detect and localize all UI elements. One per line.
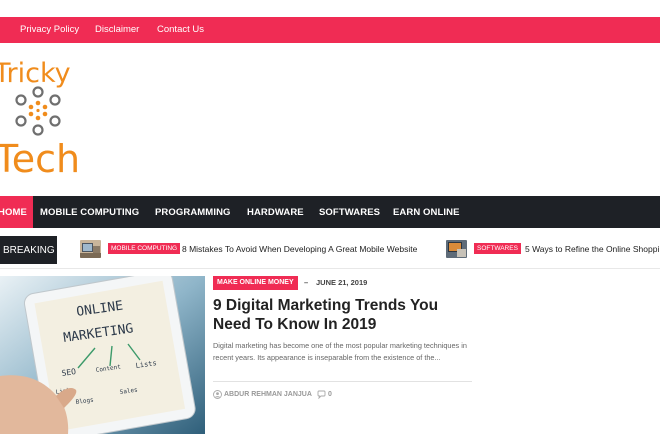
- nav-mobile-computing[interactable]: MOBILE COMPUTING: [40, 207, 139, 218]
- comment-icon: [317, 390, 326, 399]
- breaking-thumb-1[interactable]: [80, 240, 101, 258]
- main-nav: HOME MOBILE COMPUTING PROGRAMMING HARDWA…: [0, 196, 660, 228]
- logo-dots-icon: [15, 86, 61, 136]
- breaking-label: BREAKING: [0, 236, 57, 264]
- category-badge[interactable]: MAKE ONLINE MONEY: [213, 276, 298, 290]
- nav-privacy-policy[interactable]: Privacy Policy: [20, 24, 79, 35]
- online-marketing-illustration: ONLINE MARKETING SEO Content Lists Links…: [0, 276, 205, 434]
- article-date: JUNE 21, 2019: [316, 278, 368, 287]
- date-separator: –: [304, 278, 309, 287]
- breaking-category-1[interactable]: MOBILE COMPUTING: [108, 243, 181, 254]
- top-bar: Privacy Policy Disclaimer Contact Us: [0, 17, 660, 43]
- nav-softwares[interactable]: SOFTWARES: [319, 207, 380, 218]
- breaking-category-2[interactable]: SOFTWARES: [474, 243, 521, 254]
- nav-disclaimer[interactable]: Disclaimer: [95, 24, 139, 35]
- user-icon: [213, 390, 222, 399]
- meta-divider: [213, 381, 472, 382]
- featured-image[interactable]: ONLINE MARKETING SEO Content Lists Links…: [0, 276, 205, 434]
- breaking-headline-1[interactable]: 8 Mistakes To Avoid When Developing A Gr…: [182, 244, 417, 254]
- nav-hardware[interactable]: HARDWARE: [247, 207, 304, 218]
- article-title[interactable]: 9 Digital Marketing Trends You Need To K…: [213, 296, 473, 334]
- nav-programming[interactable]: PROGRAMMING: [155, 207, 231, 218]
- logo-text-tech: Tech: [0, 137, 81, 181]
- divider: [0, 268, 660, 269]
- nav-earn-online[interactable]: EARN ONLINE: [393, 207, 460, 218]
- article-excerpt: Digital marketing has become one of the …: [213, 341, 467, 362]
- breaking-thumb-2-image: [446, 240, 467, 258]
- article-author[interactable]: ABDUR REHMAN JANJUA: [224, 391, 312, 398]
- breaking-thumb-1-image: [80, 240, 101, 258]
- nav-home[interactable]: HOME: [0, 207, 27, 218]
- logo-text-tricky: Tricky: [0, 58, 71, 89]
- nav-contact-us[interactable]: Contact Us: [157, 24, 204, 35]
- comment-count[interactable]: 0: [328, 391, 332, 398]
- breaking-headline-2[interactable]: 5 Ways to Refine the Online Shoppi: [525, 244, 659, 254]
- breaking-thumb-2[interactable]: [446, 240, 467, 258]
